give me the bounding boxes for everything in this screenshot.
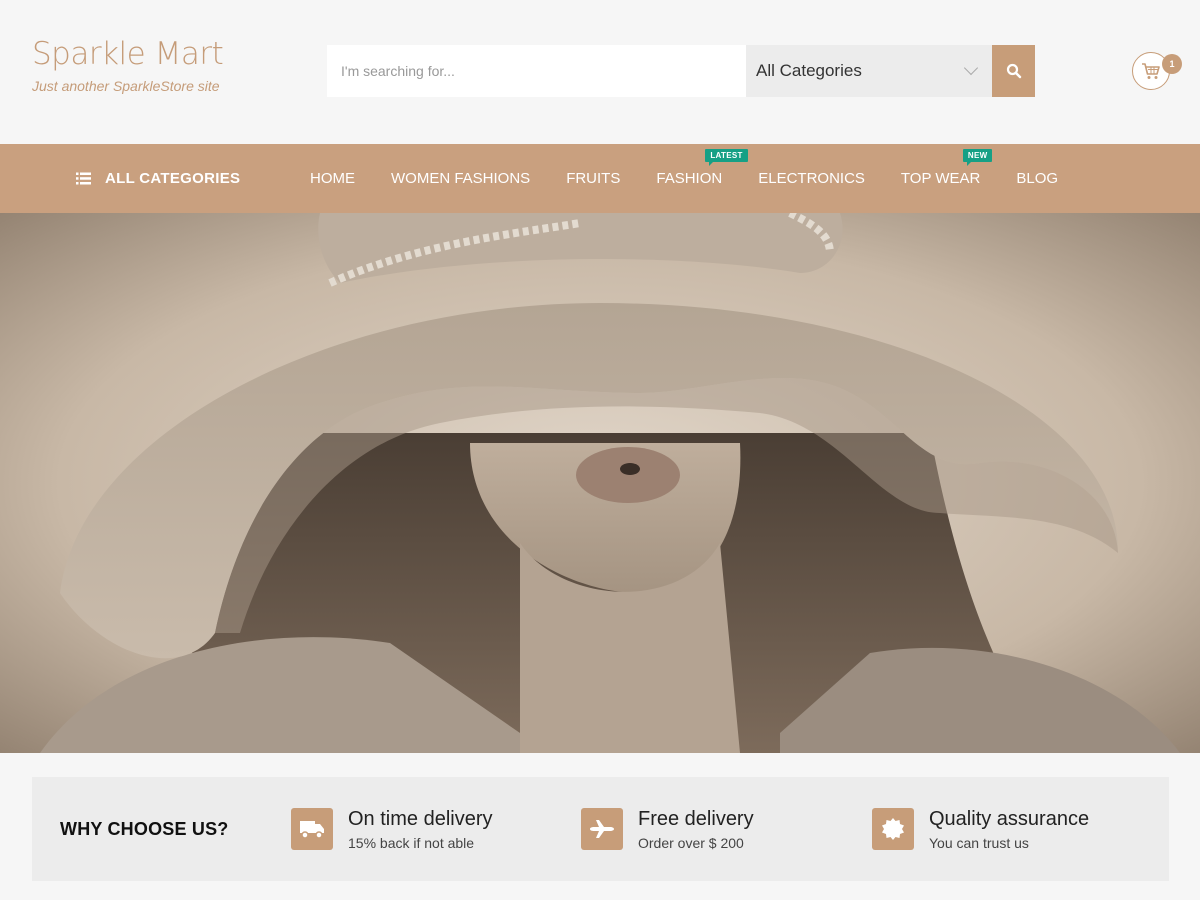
why-choose-us-section: WHY CHOOSE US? On time delivery 15% back… — [32, 777, 1169, 881]
cart-count-badge: 1 — [1162, 54, 1182, 74]
site-header: Sparkle Mart Just another SparkleStore s… — [0, 0, 1200, 144]
site-tagline: Just another SparkleStore site — [32, 78, 220, 94]
feature-title: Quality assurance — [929, 807, 1090, 830]
nav-item-label: BLOG — [1016, 170, 1059, 187]
nav-item-label: ELECTRONICS — [758, 170, 865, 187]
main-nav: ALL CATEGORIES HOME WOMEN FASHIONS FRUIT… — [0, 144, 1200, 213]
nav-item-electronics[interactable]: ELECTRONICS — [740, 144, 883, 213]
search-bar: All Categories — [327, 45, 1035, 97]
nav-item-home[interactable]: HOME — [292, 144, 373, 213]
search-icon — [1006, 63, 1021, 79]
badge-icon — [872, 808, 914, 850]
feature-title: On time delivery — [348, 807, 493, 830]
nav-item-label: WOMEN FASHIONS — [391, 170, 531, 187]
site-title[interactable]: Sparkle Mart — [32, 36, 224, 72]
category-select[interactable]: All Categories — [746, 45, 992, 97]
search-button[interactable] — [992, 45, 1035, 97]
truck-icon — [291, 808, 333, 850]
nav-item-women-fashions[interactable]: WOMEN FASHIONS — [373, 144, 548, 213]
nav-item-label: FRUITS — [566, 170, 621, 187]
brand[interactable]: Sparkle Mart Just another SparkleStore s… — [32, 36, 224, 94]
section-title: WHY CHOOSE US? — [60, 818, 229, 839]
plane-icon — [581, 808, 623, 850]
hero-image — [0, 213, 1200, 753]
feature-on-time-delivery: On time delivery 15% back if not able — [291, 777, 493, 881]
nav-menu: HOME WOMEN FASHIONS FRUITS FASHION LATES… — [292, 144, 1076, 213]
nav-item-fruits[interactable]: FRUITS — [548, 144, 638, 213]
new-badge: NEW — [962, 149, 993, 166]
feature-title: Free delivery — [638, 807, 754, 830]
category-select-value: All Categories — [756, 61, 862, 80]
nav-item-top-wear[interactable]: TOP WEAR NEW — [883, 144, 998, 213]
all-categories-label: ALL CATEGORIES — [105, 170, 241, 187]
search-input[interactable] — [327, 45, 746, 97]
feature-subtitle: You can trust us — [929, 834, 1029, 851]
hero-banner[interactable] — [0, 213, 1200, 753]
all-categories-button[interactable]: ALL CATEGORIES — [76, 144, 240, 213]
nav-item-label: TOP WEAR — [900, 170, 981, 187]
nav-item-label: FASHION — [656, 170, 723, 187]
feature-subtitle: 15% back if not able — [348, 834, 475, 851]
feature-free-delivery: Free delivery Order over $ 200 — [581, 777, 754, 881]
list-icon — [76, 172, 91, 185]
nav-item-label: HOME — [310, 170, 355, 187]
feature-quality-assurance: Quality assurance You can trust us — [872, 777, 1089, 881]
nav-item-fashion[interactable]: FASHION LATEST — [638, 144, 748, 213]
cart-icon — [1142, 63, 1160, 79]
nav-item-blog[interactable]: BLOG — [998, 144, 1076, 213]
feature-subtitle: Order over $ 200 — [638, 834, 744, 851]
chevron-down-icon — [963, 60, 979, 76]
